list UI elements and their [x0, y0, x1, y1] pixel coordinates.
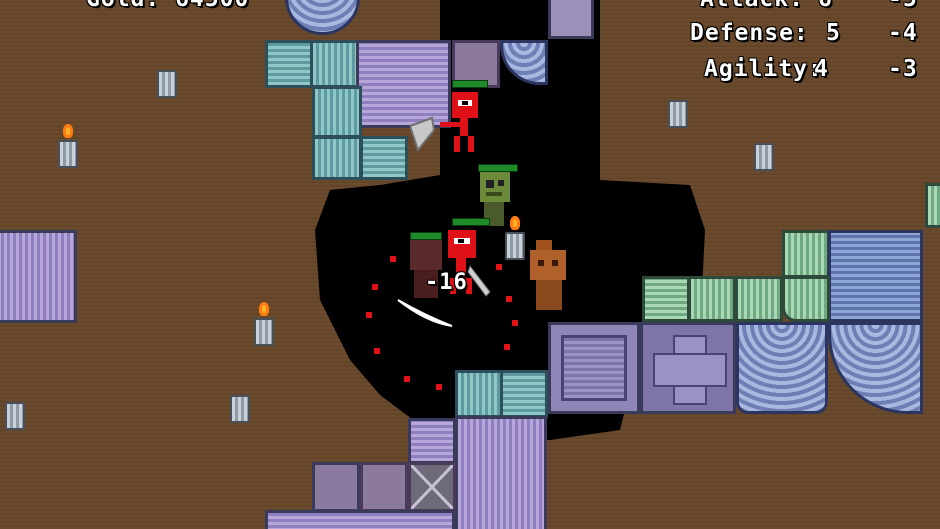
round-pipe: [736, 322, 828, 414]
blood-drop: [496, 264, 502, 270]
attack-value: 6: [818, 0, 833, 12]
pipe-block-green: [782, 230, 830, 278]
player-character[interactable]: [410, 88, 494, 160]
goblin-enemy[interactable]: [526, 240, 576, 314]
crate-cross: [640, 322, 736, 414]
hp-bar: [478, 164, 518, 172]
pipe-block-purple: [265, 510, 455, 529]
crate-cross-mark: [653, 353, 727, 387]
crate-block: [360, 462, 408, 512]
scaffold-block: [408, 462, 456, 512]
defense-value: 5: [826, 20, 841, 46]
blood-drop: [506, 296, 512, 302]
candle-icon: [58, 140, 78, 168]
pipe-block-green: [735, 276, 783, 322]
blood-drop: [512, 320, 518, 326]
blood-drop: [390, 256, 396, 262]
blood-drop: [374, 348, 380, 354]
agility-label: Agility:: [704, 56, 823, 82]
blood-drop: [436, 384, 442, 390]
game-viewport[interactable]: Gold: 64500 Attack: 6 -5 Defense: 5 -4 A…: [0, 0, 940, 529]
pipe-block-blue: [828, 230, 923, 322]
pipe-block-green: [688, 276, 736, 322]
crate-large: [548, 322, 640, 414]
blood-drop: [404, 376, 410, 382]
pipe-block-teal: [312, 86, 362, 138]
scaffold-cross: [409, 463, 455, 511]
pipe-block-green: [642, 276, 690, 322]
crate-top: [548, 0, 594, 39]
pipe-block-green-edge: [925, 183, 940, 228]
hp-bar: [410, 232, 442, 240]
trash-can-icon: [754, 143, 774, 171]
crate-small: [312, 462, 360, 512]
pipe-block-teal: [265, 40, 315, 88]
gold-readout: Gold: 64500: [86, 0, 249, 12]
defense-label: Defense:: [690, 20, 809, 46]
trash-can-icon: [157, 70, 177, 98]
hp-bar: [452, 218, 490, 226]
crate-panel: [561, 335, 627, 401]
pipe-block-teal: [500, 370, 548, 418]
candle-flame: [259, 302, 269, 316]
trash-can-icon: [5, 402, 25, 430]
blood-drop: [372, 284, 378, 290]
agility-delta: -3: [888, 56, 918, 82]
blood-drop: [504, 344, 510, 350]
damage-popup: -16: [425, 270, 468, 295]
agility-value: 4: [814, 56, 829, 82]
blood-drop: [366, 312, 372, 318]
sword-slash: [397, 299, 453, 327]
trash-can-icon: [668, 100, 688, 128]
pipe-block-teal: [312, 136, 362, 180]
defense-delta: -4: [888, 20, 918, 46]
pipe-block-purple-tall: [455, 416, 547, 529]
hp-bar: [452, 80, 488, 88]
pipe-block-teal: [310, 40, 360, 88]
pipe-block-teal: [360, 136, 408, 180]
pipe-block-purple-left: [0, 230, 77, 323]
pipe-block-teal: [455, 370, 503, 418]
pipe-block-green-corner: [782, 276, 830, 322]
attack-delta: -5: [888, 0, 918, 12]
pipe-block-purple: [408, 418, 456, 464]
trash-can-icon: [230, 395, 250, 423]
candle-icon: [505, 232, 525, 260]
candle-icon: [254, 318, 274, 346]
candle-flame: [63, 124, 73, 138]
attack-label: Attack:: [700, 0, 804, 12]
